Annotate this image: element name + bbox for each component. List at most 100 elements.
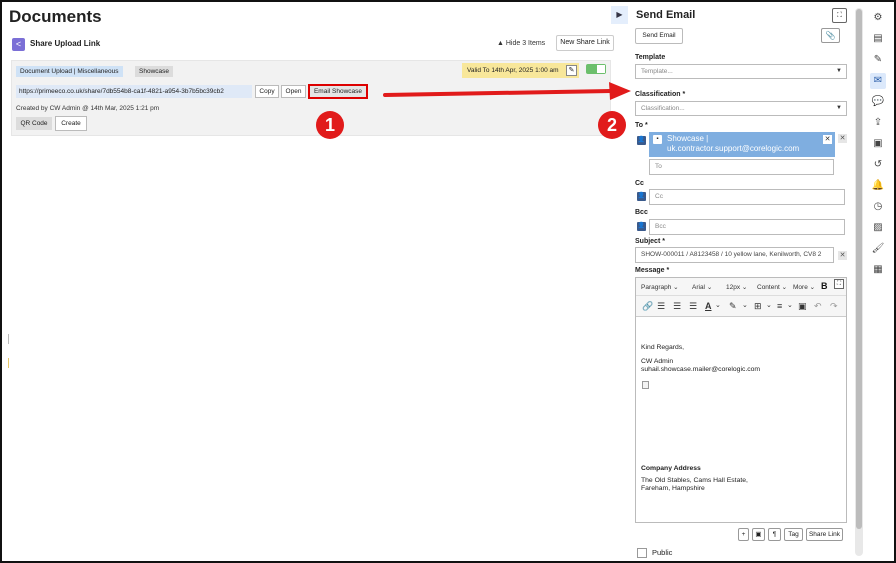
image-icon[interactable]: ▣ <box>798 301 807 312</box>
broken-image-icon <box>642 381 649 389</box>
bcc-label: Bcc <box>635 209 648 216</box>
align-right-icon[interactable]: ☰ <box>689 301 697 312</box>
message-label: Message * <box>635 267 670 274</box>
bcc-input[interactable]: Bcc <box>649 219 845 235</box>
history-icon[interactable]: ↺ <box>870 157 886 173</box>
chat-icon[interactable]: 💬 <box>870 94 886 110</box>
company-address-heading: Company Address <box>641 465 701 472</box>
chevron-down-icon[interactable]: ⌄ <box>766 301 772 309</box>
template-label: Template <box>635 54 666 61</box>
share-link-button[interactable]: Share Link <box>806 528 843 541</box>
list-icon[interactable]: ≡ <box>777 301 782 311</box>
collapse-panel-button[interactable]: ▶ <box>611 6 628 24</box>
chevron-down-icon[interactable]: ⌄ <box>742 301 748 309</box>
remove-recipient-icon[interactable]: ✕ <box>823 135 832 144</box>
create-button[interactable]: Create <box>55 116 87 131</box>
tag-button[interactable]: Tag <box>784 528 803 541</box>
contact-picker-icon[interactable]: 👤 <box>637 136 646 145</box>
share-url-field[interactable]: https://primeeco.co.uk/share/7db554b8-ca… <box>16 85 252 98</box>
clear-to-icon[interactable]: ✕ <box>838 134 847 143</box>
more-label: More <box>793 284 808 291</box>
contact-icon[interactable]: ▣ <box>870 136 886 152</box>
subject-input[interactable]: SHOW-000011 / A8123458 / 10 yellow lane,… <box>635 247 834 263</box>
share-link-toggle[interactable] <box>586 64 606 74</box>
share-link-header: < Share Upload Link ▲ Hide 3 Items New S… <box>11 35 614 53</box>
add-icon[interactable]: + <box>738 528 749 541</box>
clear-subject-icon[interactable]: ✕ <box>838 251 847 260</box>
pencil-icon[interactable]: ✎ <box>870 52 886 68</box>
insert-image-icon[interactable]: ▣ <box>752 528 765 541</box>
send-email-button[interactable]: Send Email <box>635 28 683 44</box>
message-editor[interactable]: Paragraph ⌄ Arial ⌄ 12px ⌄ Content ⌄ Mor… <box>635 277 847 523</box>
paragraph-label: Paragraph <box>641 284 672 291</box>
edit-pencil-icon[interactable]: ✎ <box>566 65 577 76</box>
note-icon[interactable]: ▤ <box>870 31 886 47</box>
upload-icon[interactable]: ⇪ <box>870 115 886 131</box>
expand-icon[interactable]: ⛶ <box>832 8 847 23</box>
content-dropdown[interactable]: Content ⌄ <box>757 283 787 291</box>
to-label: To * <box>635 122 648 129</box>
align-center-icon[interactable]: ☰ <box>673 301 681 312</box>
message-regards: Kind Regards, <box>641 344 685 351</box>
message-sender-name: CW Admin <box>641 358 674 365</box>
paragraph-dropdown[interactable]: Paragraph ⌄ <box>641 283 679 291</box>
showcase-tag: Showcase <box>135 66 173 77</box>
share-link-title: Share Upload Link <box>30 39 101 48</box>
send-email-title: Send Email <box>636 9 696 21</box>
callout-1: 1 <box>316 111 344 139</box>
template-select[interactable]: Template... ▼ <box>635 64 847 79</box>
more-dropdown[interactable]: More ⌄ <box>793 283 815 291</box>
image-icon[interactable]: ▨ <box>870 220 886 236</box>
fullscreen-icon[interactable]: ⛶ <box>834 279 844 289</box>
to-recipient-chip[interactable]: ▪ Showcase | uk.contractor.support@corel… <box>649 132 835 157</box>
gear-icon[interactable]: ⚙ <box>870 10 886 26</box>
new-share-link-button[interactable]: New Share Link <box>556 35 614 51</box>
classification-placeholder: Classification... <box>641 105 685 112</box>
chevron-down-icon: ▼ <box>836 68 842 74</box>
redo-icon[interactable]: ↷ <box>830 301 838 312</box>
calculator-icon[interactable]: ▦ <box>870 262 886 278</box>
hide-items-toggle[interactable]: ▲ Hide 3 Items <box>497 40 545 47</box>
valid-to-text: Valid To 14th Apr, 2025 1:00 am <box>467 67 559 74</box>
bcc-contact-picker-icon[interactable]: 👤 <box>637 222 646 231</box>
highlight-icon[interactable]: ✎ <box>729 301 737 312</box>
share-icon: < <box>12 38 25 51</box>
link-icon[interactable]: 🔗 <box>642 301 653 312</box>
public-label: Public <box>652 548 673 557</box>
icon-rail: ⚙ ▤ ✎ ✉ 💬 ⇪ ▣ ↺ 🔔 ◷ ▨ 🖌 ▦ <box>866 6 890 286</box>
text-color-icon[interactable]: A <box>705 301 712 311</box>
clock-icon[interactable]: ◷ <box>870 199 886 215</box>
cc-contact-picker-icon[interactable]: 👤 <box>637 192 646 201</box>
chevron-down-icon[interactable]: ⌄ <box>715 301 721 309</box>
font-dropdown[interactable]: Arial ⌄ <box>692 283 712 291</box>
font-size-dropdown[interactable]: 12px ⌄ <box>726 283 747 291</box>
cc-input[interactable]: Cc <box>649 189 845 205</box>
bold-button[interactable]: B <box>821 281 828 291</box>
classification-select[interactable]: Classification... ▼ <box>635 101 847 116</box>
editor-toolbar-row-1: Paragraph ⌄ Arial ⌄ 12px ⌄ Content ⌄ Mor… <box>636 278 846 296</box>
bell-icon[interactable]: 🔔 <box>870 178 886 194</box>
qr-code-button[interactable]: QR Code <box>16 117 52 130</box>
font-size-label: 12px <box>726 284 741 291</box>
envelope-icon[interactable]: ✉ <box>870 73 886 89</box>
to-input[interactable]: To <box>649 159 834 175</box>
public-checkbox[interactable] <box>637 548 647 558</box>
scrollbar-thumb[interactable] <box>856 9 862 529</box>
left-edge-marker-yellow <box>8 358 9 368</box>
copy-button[interactable]: Copy <box>255 85 279 98</box>
align-left-icon[interactable]: ☰ <box>657 301 665 312</box>
brush-icon[interactable]: 🖌 <box>870 241 886 257</box>
attachment-icon[interactable]: 📎 <box>821 28 840 43</box>
scrollbar[interactable] <box>855 8 863 556</box>
paragraph-mark-icon[interactable]: ¶ <box>768 528 781 541</box>
chevron-down-icon[interactable]: ⌄ <box>787 301 793 309</box>
chip-line-2: uk.contractor.support@corelogic.com <box>667 144 800 153</box>
undo-icon[interactable]: ↶ <box>814 301 822 312</box>
table-icon[interactable]: ⊞ <box>754 301 762 312</box>
email-showcase-button[interactable]: Email Showcase <box>308 84 368 99</box>
created-by-text: Created by CW Admin @ 14th Mar, 2025 1:2… <box>16 105 160 112</box>
message-sender-email: suhail.showcase.mailer@corelogic.com <box>641 366 761 373</box>
contact-card-icon: ▪ <box>653 135 662 144</box>
open-button[interactable]: Open <box>281 85 306 98</box>
valid-to-badge: Valid To 14th Apr, 2025 1:00 am ✎ <box>462 63 579 78</box>
